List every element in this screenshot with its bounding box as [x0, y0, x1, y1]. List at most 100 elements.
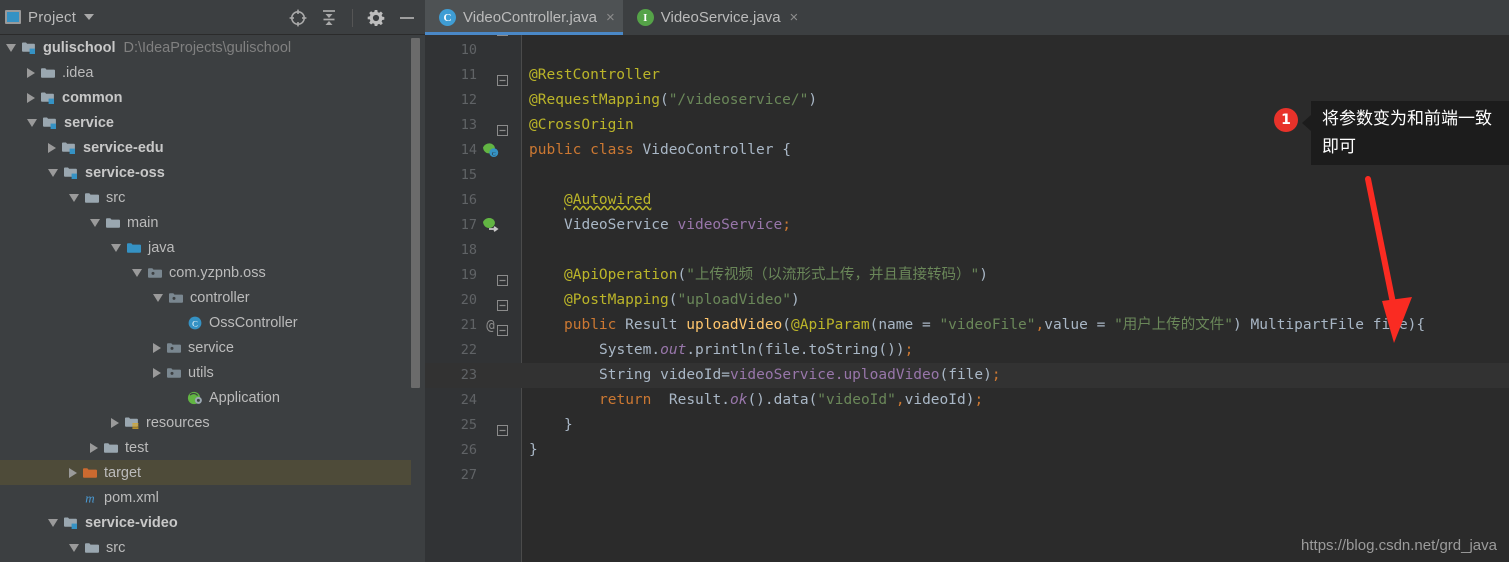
- watermark-url: https://blog.csdn.net/grd_java: [1301, 537, 1497, 554]
- tree-item--idea[interactable]: .idea: [0, 60, 425, 85]
- fold-toggle-icon[interactable]: [497, 270, 508, 286]
- fold-toggle-icon[interactable]: [497, 420, 508, 436]
- svg-text:@: @: [486, 318, 495, 334]
- module-folder-icon: [41, 92, 54, 104]
- fold-toggle-icon[interactable]: [497, 295, 508, 311]
- chevron-right-icon[interactable]: [48, 142, 56, 153]
- excluded-folder-icon: [83, 467, 97, 478]
- line-number: 19: [460, 267, 477, 283]
- code-line[interactable]: 17 VideoService videoService;: [425, 213, 1509, 238]
- tree-item-src[interactable]: src: [0, 535, 425, 560]
- code-text: }: [529, 442, 538, 458]
- tree-item-resources[interactable]: resources: [0, 410, 425, 435]
- code-line[interactable]: 18: [425, 238, 1509, 263]
- line-number: 25: [460, 417, 477, 433]
- tree-item-label: gulischool: [43, 39, 116, 56]
- tree-item-java[interactable]: java: [0, 235, 425, 260]
- code-line[interactable]: 27: [425, 463, 1509, 488]
- gutter-spring-bean-icon[interactable]: C: [481, 141, 500, 160]
- project-tree-scrollbar-thumb[interactable]: [411, 38, 420, 388]
- chevron-down-icon[interactable]: [48, 168, 58, 177]
- chevron-right-icon[interactable]: [69, 467, 77, 478]
- locate-icon[interactable]: [288, 8, 308, 28]
- chevron-down-icon[interactable]: [153, 293, 163, 302]
- tree-item-label: service-edu: [83, 139, 164, 156]
- tree-item-pom-xml[interactable]: m pom.xml: [0, 485, 425, 510]
- fold-toggle-icon[interactable]: [497, 120, 508, 136]
- code-text: VideoService videoService;: [564, 217, 791, 233]
- close-icon[interactable]: ×: [790, 10, 799, 25]
- editor-tab-videocontroller[interactable]: C VideoController.java ×: [425, 0, 623, 35]
- tree-item-main[interactable]: main: [0, 210, 425, 235]
- chevron-right-icon[interactable]: [153, 367, 161, 378]
- code-text: String videoId=videoService.uploadVideo(…: [599, 367, 1001, 383]
- line-number: 18: [460, 242, 477, 258]
- line-number: 26: [460, 442, 477, 458]
- hide-panel-icon[interactable]: [397, 8, 417, 28]
- tree-item-gulischool[interactable]: gulischool D:\IdeaProjects\gulischool: [0, 35, 425, 60]
- fold-toggle-icon[interactable]: [497, 70, 508, 86]
- toolbar-divider: [352, 8, 353, 27]
- chevron-right-icon[interactable]: [111, 417, 119, 428]
- chevron-down-icon[interactable]: [69, 193, 79, 202]
- tree-item-utils[interactable]: utils: [0, 360, 425, 385]
- code-line[interactable]: 20 @PostMapping("uploadVideo"): [425, 288, 1509, 313]
- project-panel-header: Project: [0, 0, 425, 35]
- code-line[interactable]: 21 @ public Result uploadVideo(@ApiParam…: [425, 313, 1509, 338]
- chevron-down-icon[interactable]: [6, 43, 16, 52]
- close-icon[interactable]: ×: [606, 10, 615, 25]
- tree-item-src[interactable]: src: [0, 185, 425, 210]
- chevron-right-icon[interactable]: [27, 67, 35, 78]
- line-number: 12: [460, 92, 477, 108]
- tree-item-service-oss[interactable]: service-oss: [0, 160, 425, 185]
- tree-item-label: com.yzpnb.oss: [169, 264, 266, 281]
- chevron-right-icon[interactable]: [27, 92, 35, 103]
- editor-tab-videoservice[interactable]: I VideoService.java ×: [623, 0, 807, 35]
- chevron-down-icon[interactable]: [69, 543, 79, 552]
- chevron-down-icon[interactable]: [48, 518, 58, 527]
- project-window-icon: [5, 10, 21, 24]
- chevron-down-icon[interactable]: [132, 268, 142, 277]
- code-line[interactable]: 10: [425, 38, 1509, 63]
- line-number: 15: [460, 167, 477, 183]
- code-line[interactable]: 26}: [425, 438, 1509, 463]
- code-line[interactable]: 19 @ApiOperation("上传视频（以流形式上传，并且直接转码）"): [425, 263, 1509, 288]
- tree-item-label: test: [125, 439, 149, 456]
- code-line[interactable]: 24 return Result.ok().data("videoId",vide…: [425, 388, 1509, 413]
- tree-item-service[interactable]: service: [0, 110, 425, 135]
- tree-item-service[interactable]: service: [0, 335, 425, 360]
- collapse-all-icon[interactable]: [319, 8, 339, 28]
- tree-item-service-video[interactable]: service-video: [0, 510, 425, 535]
- tree-item-application[interactable]: Application: [0, 385, 425, 410]
- code-line[interactable]: 15: [425, 163, 1509, 188]
- chevron-down-icon[interactable]: [84, 14, 95, 20]
- code-line[interactable]: 11 @RestController: [425, 63, 1509, 88]
- line-number: 27: [460, 467, 477, 483]
- code-line[interactable]: 25 }: [425, 413, 1509, 438]
- code-line[interactable]: 23 String videoId=videoService.uploadVide…: [425, 363, 1509, 388]
- tree-item-label: controller: [190, 289, 250, 306]
- java-class-icon: C: [439, 9, 456, 26]
- code-line[interactable]: 22 System.out.println(file.toString());: [425, 338, 1509, 363]
- tree-item-osscontroller[interactable]: C OssController: [0, 310, 425, 335]
- svg-text:C: C: [492, 151, 496, 157]
- line-number: 22: [460, 342, 477, 358]
- tree-item-service-edu[interactable]: service-edu: [0, 135, 425, 160]
- tree-item-test[interactable]: test: [0, 435, 425, 460]
- tree-item-common[interactable]: common: [0, 85, 425, 110]
- gear-icon[interactable]: [366, 8, 386, 28]
- package-icon: [167, 342, 181, 353]
- tree-item-com-yzpnb-oss[interactable]: com.yzpnb.oss: [0, 260, 425, 285]
- chevron-right-icon[interactable]: [153, 342, 161, 353]
- chevron-down-icon[interactable]: [90, 218, 100, 227]
- code-line[interactable]: 16 @Autowired: [425, 188, 1509, 213]
- chevron-down-icon[interactable]: [111, 243, 121, 252]
- chevron-right-icon[interactable]: [90, 442, 98, 453]
- gutter-spring-autowire-icon[interactable]: [481, 216, 500, 235]
- project-tree[interactable]: gulischool D:\IdeaProjects\gulischool .ide…: [0, 35, 425, 562]
- editor-tab-label: VideoController.java: [463, 9, 597, 26]
- tree-item-target[interactable]: target: [0, 460, 425, 485]
- fold-toggle-icon[interactable]: [497, 320, 508, 336]
- tree-item-controller[interactable]: controller: [0, 285, 425, 310]
- chevron-down-icon[interactable]: [27, 118, 37, 127]
